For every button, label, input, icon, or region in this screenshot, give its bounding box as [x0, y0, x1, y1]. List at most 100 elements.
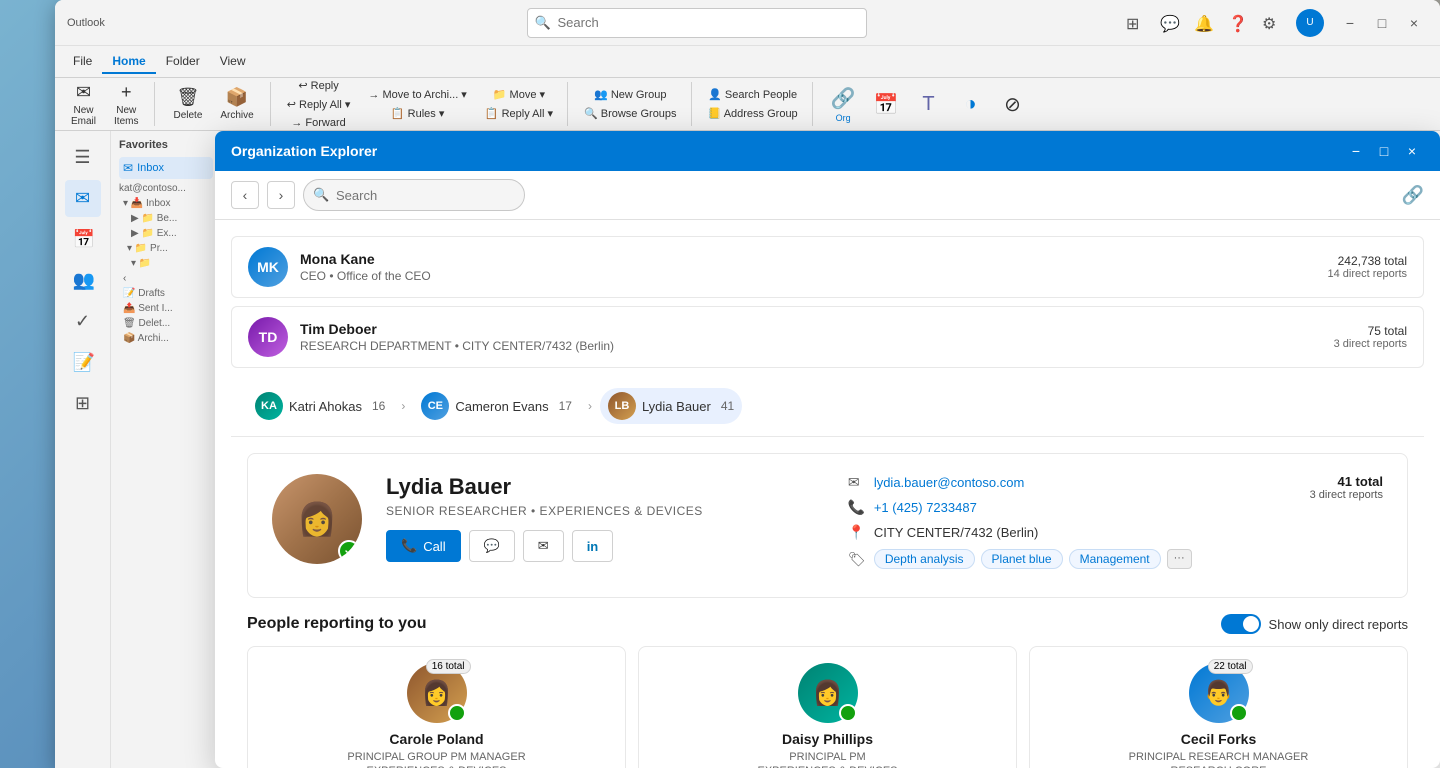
- browse-groups-button[interactable]: 🔍 Browse Groups: [578, 105, 683, 122]
- mona-kane-row[interactable]: MK Mona Kane CEO • Office of the CEO 242…: [231, 236, 1424, 298]
- collapse-arrow[interactable]: ‹: [119, 271, 213, 286]
- org-back-button[interactable]: ‹: [231, 181, 259, 209]
- address-group-button[interactable]: 📒 Address Group: [702, 105, 804, 122]
- move-button[interactable]: 📁 Move ▾: [479, 86, 559, 103]
- rules-button[interactable]: 📋 Rules ▾: [362, 105, 472, 122]
- lydia-chain-count: 41: [721, 399, 734, 413]
- inbox-fav-item[interactable]: ✉ Inbox: [119, 157, 213, 179]
- help-icon[interactable]: ❓: [1228, 14, 1246, 32]
- reply-all-button[interactable]: ↩ Reply All ▾: [281, 96, 357, 113]
- lydia-chain-name: Lydia Bauer: [642, 399, 711, 414]
- sidebar-inbox-item[interactable]: ▾ 📥 Inbox: [119, 196, 213, 211]
- chain-cameron[interactable]: CE Cameron Evans 17: [413, 388, 580, 424]
- new-email-button[interactable]: ✉ NewEmail: [63, 78, 104, 131]
- hamburger-icon[interactable]: ☰: [65, 139, 101, 176]
- minimize-button[interactable]: −: [1336, 9, 1364, 37]
- chain-katri[interactable]: KA Katri Ahokas 16: [247, 388, 393, 424]
- report-card-carole[interactable]: 👩 16 total Carole Poland PRINCIPAL GROUP…: [247, 646, 626, 768]
- sidebar-deleted-item[interactable]: 🗑 Delet...: [119, 316, 213, 331]
- tag-management[interactable]: Management: [1069, 549, 1161, 569]
- archive-button[interactable]: 📦 Archive: [212, 83, 261, 125]
- maximize-button[interactable]: □: [1368, 9, 1396, 37]
- ribbon-group-people: 👤 Search People 📒 Address Group: [702, 82, 813, 126]
- sidebar-sent-item[interactable]: 📤 Sent I...: [119, 301, 213, 316]
- reply-all2-button[interactable]: 📋 Reply All ▾: [479, 105, 559, 122]
- move-to-archive-button[interactable]: → Move to Archi... ▾: [362, 86, 472, 103]
- bell-icon[interactable]: 🔔: [1194, 14, 1212, 32]
- tag-planet-blue[interactable]: Planet blue: [981, 549, 1063, 569]
- ribbon-tab-view[interactable]: View: [210, 50, 256, 74]
- email-button[interactable]: ✉: [523, 530, 564, 562]
- sidebar-archive-item[interactable]: 📦 Archi...: [119, 331, 213, 346]
- more-button[interactable]: ⊘: [993, 88, 1033, 121]
- reporting-title: People reporting to you: [247, 615, 427, 633]
- new-group-button[interactable]: 👥 New Group: [578, 86, 683, 103]
- forward-button[interactable]: → Forward: [281, 115, 357, 131]
- org-forward-button[interactable]: ›: [267, 181, 295, 209]
- archive-label: Archive: [220, 110, 253, 121]
- sidebar-pr-item[interactable]: ▾ 📁 Pr...: [123, 241, 213, 256]
- org-search-input[interactable]: [303, 179, 525, 211]
- report-card-daisy[interactable]: 👩 Daisy Phillips PRINCIPAL PM EXPERIENCE…: [638, 646, 1017, 768]
- sidebar-sub-item[interactable]: ▾ 📁: [127, 256, 213, 271]
- org-explorer-button[interactable]: 🔗 Org: [823, 82, 864, 127]
- profile-direct: 3 direct reports: [1310, 489, 1383, 501]
- reply-button[interactable]: ↩ Reply: [281, 77, 357, 94]
- chat-icon[interactable]: 💬: [1160, 14, 1178, 32]
- mail-nav-icon[interactable]: ✉: [65, 180, 101, 217]
- chain-lydia[interactable]: LB Lydia Bauer 41: [600, 388, 742, 424]
- lydia-profile-info: Lydia Bauer SENIOR RESEARCHER • EXPERIEN…: [386, 474, 824, 562]
- chat-icon: 💬: [484, 538, 500, 554]
- calendar-nav-icon[interactable]: 📅: [65, 221, 101, 258]
- call-button[interactable]: 📞 Call: [386, 530, 461, 562]
- people-nav-icon[interactable]: 👥: [65, 262, 101, 299]
- sidebar-b-item[interactable]: ▶ 📁 Be...: [127, 211, 213, 226]
- delete-button[interactable]: 🗑 Delete: [165, 83, 210, 125]
- call-icon: 📞: [401, 538, 417, 554]
- profile-contact: ✉ lydia.bauer@contoso.com 📞 +1 (425) 723…: [848, 474, 1286, 577]
- tim-initials: TD: [259, 329, 278, 345]
- notes-nav-icon[interactable]: 📝: [65, 344, 101, 381]
- ribbon-tab-home[interactable]: Home: [102, 50, 155, 74]
- user-avatar[interactable]: U: [1296, 9, 1324, 37]
- people-chain: KA Katri Ahokas 16 › CE Cameron Evans 17…: [231, 376, 1424, 437]
- mona-kane-avatar: MK: [248, 247, 288, 287]
- close-button[interactable]: ×: [1400, 9, 1428, 37]
- lydia-name: Lydia Bauer: [386, 474, 824, 500]
- ribbon-tab-folder[interactable]: Folder: [156, 50, 210, 74]
- email-contact-icon: ✉: [848, 474, 866, 491]
- org-body: MK Mona Kane CEO • Office of the CEO 242…: [215, 220, 1440, 768]
- org-close-button[interactable]: ×: [1400, 139, 1424, 163]
- ribbon-tab-file[interactable]: File: [63, 50, 102, 74]
- grid-icon[interactable]: ⊞: [1126, 14, 1144, 32]
- tim-deboer-row[interactable]: TD Tim Deboer RESEARCH DEPARTMENT • CITY…: [231, 306, 1424, 368]
- settings-icon[interactable]: ⚙: [1262, 14, 1280, 32]
- contact-tags: 🏷 Depth analysis Planet blue Management …: [848, 549, 1286, 569]
- linkedin-button[interactable]: in: [572, 530, 614, 562]
- main-area: ☰ ✉ 📅 👥 ✓ 📝 ⊞ Favorites ✉ Inbox kat@cont…: [55, 131, 1440, 768]
- org-header-controls: − □ ×: [1344, 139, 1424, 163]
- new-items-button[interactable]: + NewItems: [106, 78, 146, 131]
- sidebar-e-item[interactable]: ▶ 📁 Ex...: [127, 226, 213, 241]
- chat-button[interactable]: 💬: [469, 530, 515, 562]
- search-wrap: 🔍: [527, 8, 867, 38]
- tags-more[interactable]: ···: [1167, 549, 1192, 569]
- schedule-button[interactable]: 📅: [866, 88, 907, 121]
- org-maximize-button[interactable]: □: [1372, 139, 1396, 163]
- search-people-button[interactable]: 👤 Search People: [702, 86, 804, 103]
- user-initials: U: [1306, 17, 1313, 28]
- tasks-nav-icon[interactable]: ✓: [65, 303, 101, 340]
- report-card-cecil[interactable]: 👨 22 total Cecil Forks PRINCIPAL RESEARC…: [1029, 646, 1408, 768]
- org-minimize-button[interactable]: −: [1344, 139, 1368, 163]
- email-link[interactable]: lydia.bauer@contoso.com: [874, 475, 1025, 490]
- tag-depth-analysis[interactable]: Depth analysis: [874, 549, 975, 569]
- search-input[interactable]: [527, 8, 867, 38]
- direct-reports-toggle[interactable]: [1221, 614, 1261, 634]
- new-email-icon: ✉: [76, 82, 91, 103]
- apps-nav-icon[interactable]: ⊞: [65, 385, 101, 422]
- phone-link[interactable]: +1 (425) 7233487: [874, 500, 977, 515]
- cortana-button[interactable]: ◑: [951, 89, 991, 120]
- org-share-icon[interactable]: 🔗: [1402, 185, 1424, 206]
- teams-button[interactable]: T: [909, 89, 949, 120]
- sidebar-drafts-item[interactable]: 📝 Drafts: [119, 286, 213, 301]
